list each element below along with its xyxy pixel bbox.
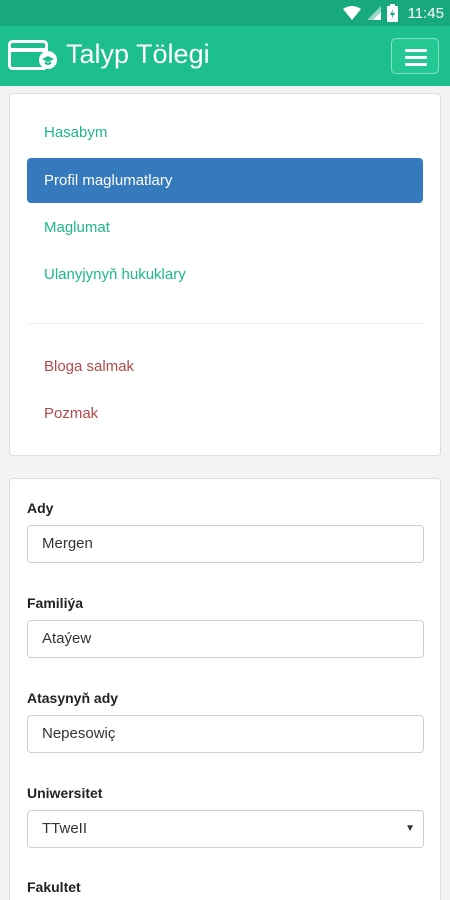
menu-line-icon (405, 49, 427, 52)
status-icons: 11:45 (342, 3, 444, 23)
status-bar: 11:45 (0, 0, 450, 26)
dropdown-arrow-icon: ▼ (405, 823, 415, 834)
hamburger-menu-button[interactable] (391, 38, 439, 74)
first-name-label: Ady (27, 500, 54, 516)
profile-form-card: Ady Mergen Familiýa Ataýew Atasynyň ady … (9, 478, 441, 900)
nav-item-maglumat[interactable]: Maglumat (27, 205, 423, 250)
signal-icon (366, 6, 381, 20)
nav-item-delete[interactable]: Pozmak (27, 391, 423, 436)
patronymic-input[interactable]: Nepesowiç (27, 715, 424, 753)
app-bar: Talyp Tölegi (0, 26, 450, 86)
menu-line-icon (405, 56, 427, 59)
last-name-input[interactable]: Ataýew (27, 620, 424, 658)
battery-icon (386, 4, 398, 22)
nav-divider (27, 323, 423, 324)
wallet-logo-icon (8, 40, 58, 75)
university-select[interactable]: TTweII ▼ (27, 810, 424, 848)
nav-item-block[interactable]: Bloga salmak (27, 344, 423, 389)
menu-line-icon (405, 63, 427, 66)
wifi-icon (342, 6, 361, 20)
university-select-value: TTweII (42, 820, 88, 837)
last-name-label: Familiýa (27, 595, 84, 611)
status-time: 11:45 (407, 4, 444, 22)
app-title: Talyp Tölegi (66, 39, 210, 69)
nav-item-user-rights[interactable]: Ulanyjynyň hukuklary (27, 252, 423, 297)
nav-item-hasabym[interactable]: Hasabym (27, 110, 423, 155)
nav-item-profile[interactable]: Profil maglumatlary (27, 158, 423, 203)
faculty-label: Fakultet (27, 879, 81, 895)
first-name-input[interactable]: Mergen (27, 525, 424, 563)
university-label: Uniwersitet (27, 785, 103, 801)
nav-card: Hasabym Profil maglumatlary Maglumat Ula… (9, 93, 441, 456)
patronymic-label: Atasynyň ady (27, 690, 119, 706)
